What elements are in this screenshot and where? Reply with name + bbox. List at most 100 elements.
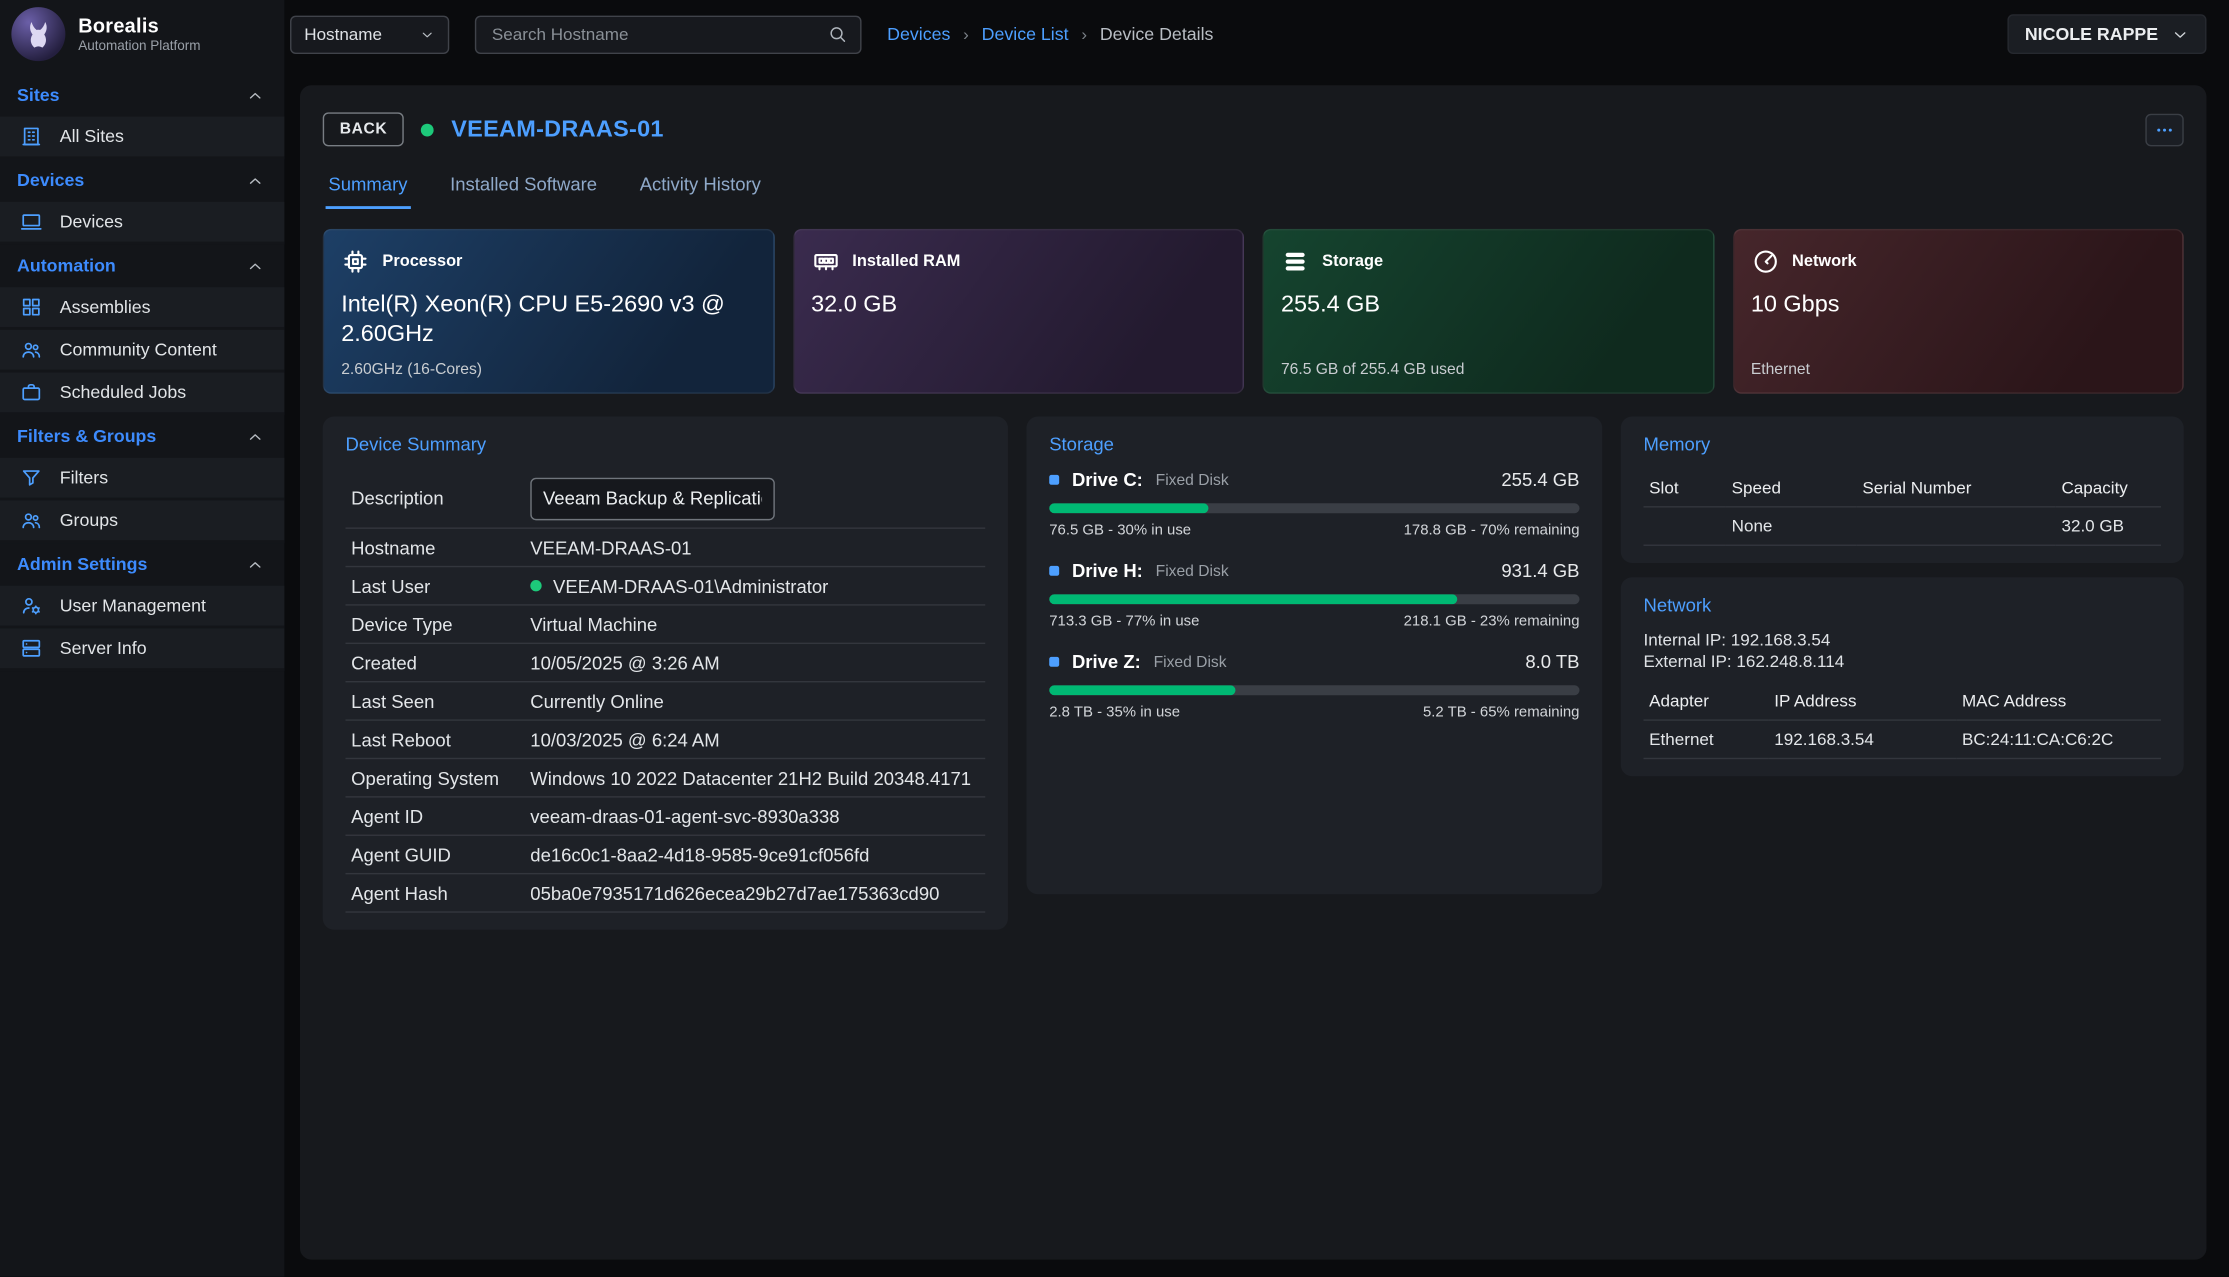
stat-card-head: Processor — [341, 247, 755, 275]
sidebar-section-admin-settings[interactable]: Admin Settings — [0, 543, 284, 586]
breadcrumb-devices[interactable]: Devices — [887, 24, 950, 44]
breadcrumb-device-list[interactable]: Device List — [982, 24, 1069, 44]
summary-value: 10/03/2025 @ 6:24 AM — [530, 729, 719, 750]
column-header: Adapter — [1643, 682, 1768, 720]
drive-capacity: 931.4 GB — [1501, 560, 1579, 581]
summary-value: de16c0c1-8aa2-4d18-9585-9ce91cf056fd — [530, 844, 869, 865]
sidebar-item-all-sites[interactable]: All Sites — [0, 117, 284, 160]
summary-value: Virtual Machine — [530, 613, 657, 634]
stat-card-value: 10 Gbps — [1751, 290, 2149, 319]
drive-usage-fill — [1049, 503, 1208, 513]
sidebar-section-filters-groups[interactable]: Filters & Groups — [0, 415, 284, 458]
sidebar-section-devices[interactable]: Devices — [0, 159, 284, 202]
ram-icon — [811, 247, 839, 275]
summary-label: Agent Hash — [351, 882, 530, 903]
column-header: Capacity — [2056, 469, 2161, 507]
sidebar-item-server-info[interactable]: Server Info — [0, 628, 284, 671]
stat-card-label: Network — [1792, 253, 1857, 270]
drive-usage-fill — [1049, 685, 1235, 695]
drive-head: Drive C:Fixed Disk255.4 GB — [1049, 469, 1579, 490]
breadcrumb-separator: › — [963, 24, 969, 44]
summary-label: Created — [351, 652, 530, 673]
summary-value: VEEAM-DRAAS-01\Administrator — [553, 575, 828, 596]
filter-icon — [20, 466, 43, 489]
sidebar-item-groups[interactable]: Groups — [0, 500, 284, 543]
back-button[interactable]: BACK — [323, 112, 405, 146]
sidebar-section-automation[interactable]: Automation — [0, 245, 284, 288]
user-menu-button[interactable]: NICOLE RAPPE — [2008, 14, 2207, 54]
sidebar-nav: Sites All Sites Devices Devices AutomationAs… — [0, 74, 284, 671]
drive-drive-c: Drive C:Fixed Disk255.4 GB 76.5 GB - 30% … — [1049, 469, 1579, 539]
drive-capacity: 8.0 TB — [1525, 651, 1579, 672]
sidebar-item-devices[interactable]: Devices — [0, 202, 284, 245]
sidebar-item-community-content[interactable]: Community Content — [0, 330, 284, 373]
summary-value: Currently Online — [530, 690, 664, 711]
description-input[interactable] — [530, 477, 775, 520]
chevron-down-icon — [2171, 25, 2189, 43]
hostname-filter-select[interactable]: Hostname — [290, 15, 449, 53]
chevron-up-icon — [246, 555, 264, 573]
summary-row-device-type: Device TypeVirtual Machine — [345, 606, 985, 644]
device-title: VEEAM-DRAAS-01 — [451, 116, 664, 143]
app-root: Borealis Automation Platform SitesAll Si… — [0, 0, 2229, 1277]
network-panel: Network Internal IP: 192.168.3.54 Extern… — [1621, 577, 2184, 776]
sidebar-section-label: Sites — [17, 85, 59, 105]
sidebar-item-assemblies[interactable]: Assemblies — [0, 287, 284, 330]
column-header: IP Address — [1769, 682, 1957, 720]
drive-usage-bar — [1049, 503, 1579, 513]
summary-value: Windows 10 2022 Datacenter 21H2 Build 20… — [530, 767, 971, 788]
tab-installed-software[interactable]: Installed Software — [447, 165, 600, 209]
summary-row-hostname: HostnameVEEAM-DRAAS-01 — [345, 529, 985, 567]
sidebar-item-user-management[interactable]: User Management — [0, 586, 284, 629]
drive-bullet-icon — [1049, 657, 1059, 667]
sidebar-item-label: User Management — [60, 596, 206, 616]
tab-activity-history[interactable]: Activity History — [637, 165, 764, 209]
sidebar-item-label: Devices — [60, 212, 123, 232]
summary-row-last-user: Last UserVEEAM-DRAAS-01\Administrator — [345, 567, 985, 605]
drive-name: Drive H: — [1072, 560, 1143, 581]
network-table: AdapterIP AddressMAC AddressEthernet192.… — [1643, 682, 2160, 759]
drive-used: 2.8 TB - 35% in use — [1049, 704, 1180, 721]
memory-table: SlotSpeedSerial NumberCapacityNone32.0 G… — [1643, 469, 2160, 546]
stat-card-head: Network — [1751, 247, 2165, 275]
summary-value-cell: veeam-draas-01-agent-svc-8930a338 — [530, 805, 979, 826]
drive-capacity: 255.4 GB — [1501, 469, 1579, 490]
summary-value-cell — [530, 477, 979, 520]
devices-icon — [20, 210, 43, 233]
table-cell: Ethernet — [1643, 720, 1768, 758]
sidebar-item-filters[interactable]: Filters — [0, 458, 284, 501]
storage-icon — [1281, 247, 1309, 275]
more-actions-button[interactable] — [2145, 113, 2183, 146]
stat-card-label: Storage — [1322, 253, 1383, 270]
ellipsis-icon — [2154, 119, 2175, 140]
summary-value-cell: 10/03/2025 @ 6:24 AM — [530, 729, 979, 750]
stat-cards: ProcessorIntel(R) Xeon(R) CPU E5-2690 v3… — [323, 229, 2184, 394]
topbar: Hostname Devices›Device List›Device Deta… — [284, 0, 2229, 68]
sidebar: Borealis Automation Platform SitesAll Si… — [0, 0, 284, 1277]
drive-name: Drive Z: — [1072, 651, 1141, 672]
network-icon — [1751, 247, 1779, 275]
search-box[interactable] — [475, 15, 862, 53]
drive-used: 713.3 GB - 77% in use — [1049, 613, 1199, 630]
sidebar-section-label: Filters & Groups — [17, 427, 156, 447]
summary-label: Agent ID — [351, 805, 530, 826]
summary-value-cell: Virtual Machine — [530, 613, 979, 634]
sidebar-section-label: Devices — [17, 171, 84, 191]
device-summary-rows: DescriptionHostnameVEEAM-DRAAS-01Last Us… — [345, 469, 985, 913]
summary-row-last-seen: Last SeenCurrently Online — [345, 682, 985, 720]
drive-usage-fill — [1049, 594, 1457, 604]
drive-stats: 76.5 GB - 30% in use178.8 GB - 70% remai… — [1049, 522, 1579, 539]
detail-grid: Device Summary DescriptionHostnameVEEAM-… — [323, 417, 2184, 930]
tab-summary[interactable]: Summary — [326, 165, 411, 209]
people-icon — [20, 509, 43, 532]
cpu-icon — [341, 247, 369, 275]
search-input[interactable] — [489, 23, 827, 46]
stat-card-value: 255.4 GB — [1281, 290, 1679, 319]
sidebar-item-label: Groups — [60, 510, 118, 530]
sidebar-item-scheduled-jobs[interactable]: Scheduled Jobs — [0, 372, 284, 415]
stat-card-label: Installed RAM — [852, 253, 960, 270]
table-cell — [1857, 507, 2056, 545]
device-summary-panel: Device Summary DescriptionHostnameVEEAM-… — [323, 417, 1008, 930]
sidebar-section-sites[interactable]: Sites — [0, 74, 284, 117]
table-row: None32.0 GB — [1643, 507, 2160, 545]
